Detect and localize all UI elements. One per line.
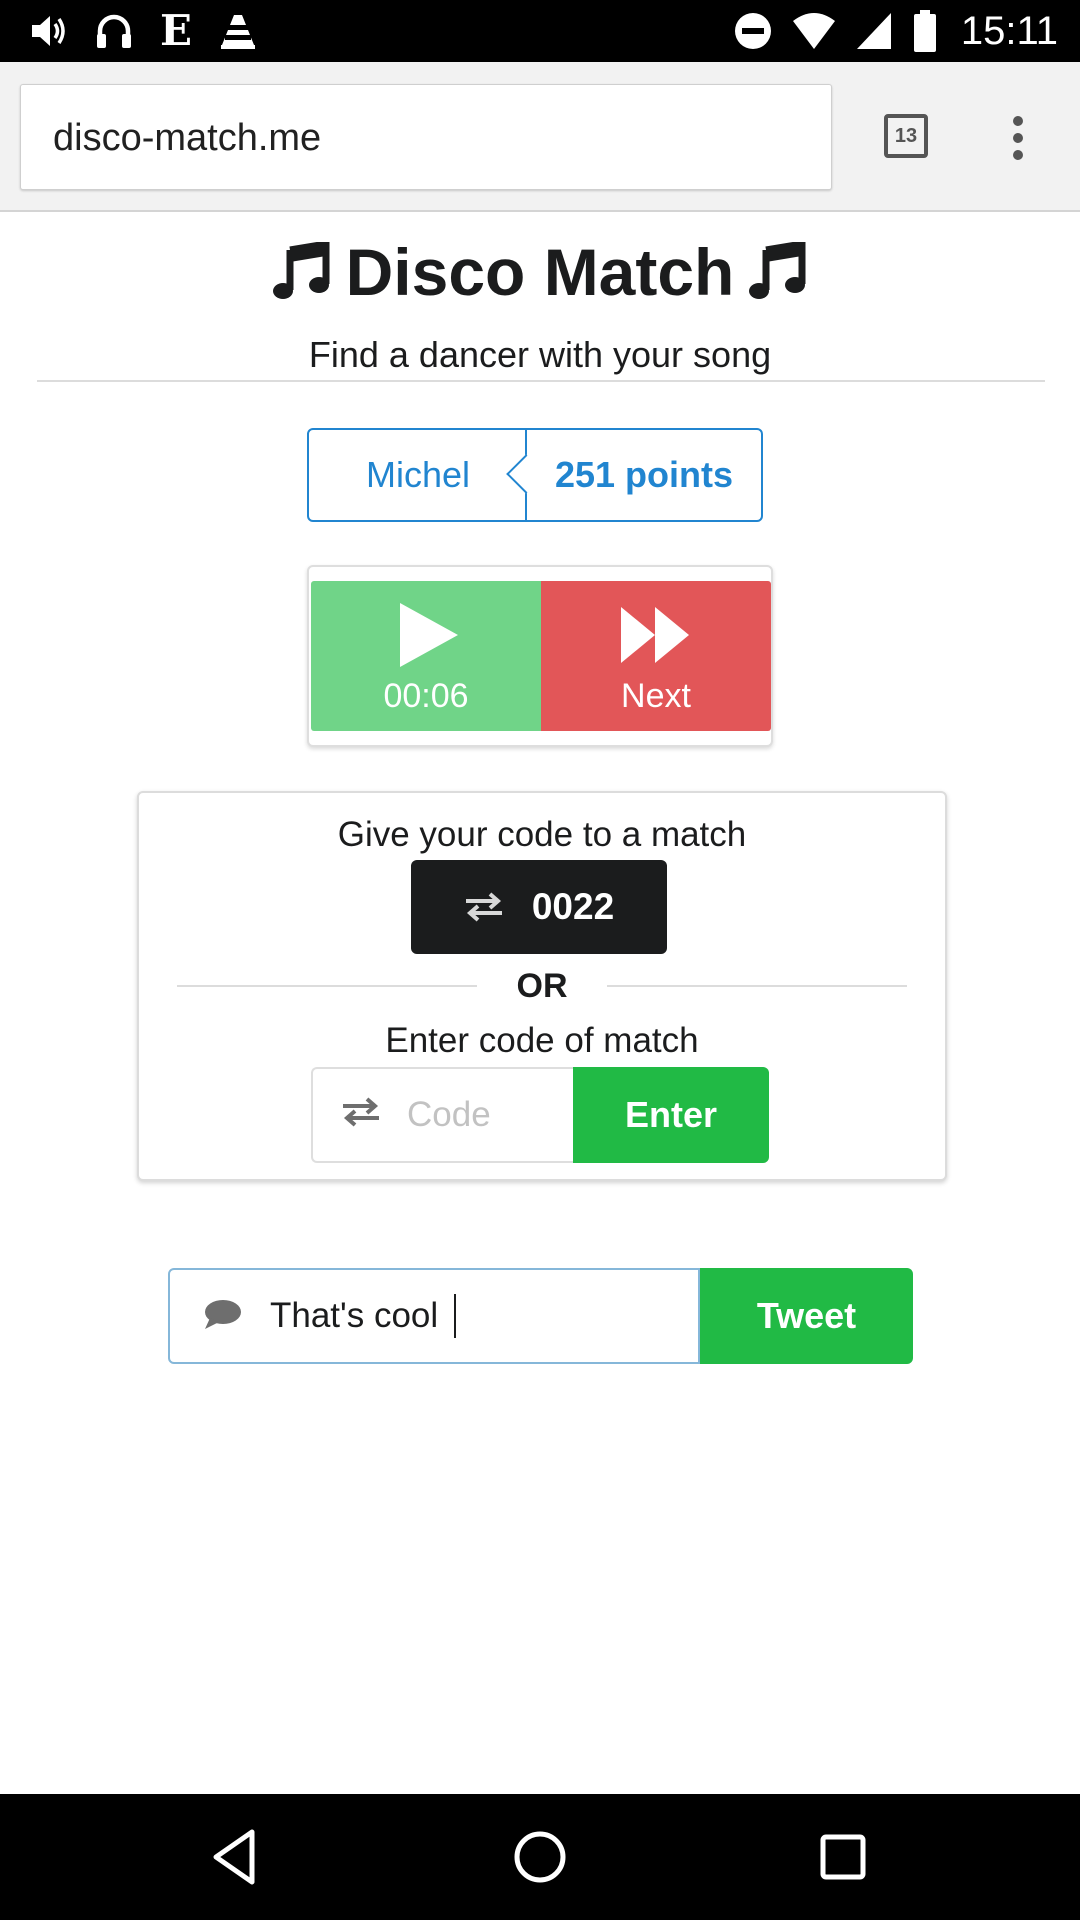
- menu-dot: [1013, 150, 1023, 160]
- page-title-text: Disco Match: [345, 235, 735, 309]
- play-button[interactable]: 00:06: [311, 581, 541, 731]
- fast-forward-icon: [621, 607, 689, 663]
- back-icon[interactable]: [202, 1824, 268, 1890]
- enter-button[interactable]: Enter: [573, 1067, 769, 1163]
- tweet-button[interactable]: Tweet: [700, 1268, 913, 1364]
- headphones-icon: [97, 14, 131, 48]
- page-title: Disco Match: [0, 232, 1080, 312]
- user-points: 251 points: [554, 454, 734, 495]
- navigation-bar: [0, 1794, 1080, 1920]
- status-bar-left-icons: E: [28, 8, 258, 54]
- menu-dot: [1013, 133, 1023, 143]
- enter-code-heading: Enter code of match: [385, 1021, 699, 1060]
- my-code-badge: 0022: [411, 860, 667, 954]
- code-card: Give your code to a match 0022 OR Enter …: [137, 791, 947, 1181]
- volume-icon: [32, 16, 65, 46]
- overflow-menu-icon[interactable]: [1000, 114, 1036, 162]
- recents-icon[interactable]: [810, 1824, 876, 1890]
- url-text[interactable]: disco-match.me: [53, 85, 321, 191]
- status-clock: 15:11: [960, 9, 1058, 53]
- status-bar: E 15:11: [0, 0, 1080, 62]
- match-code-input[interactable]: [407, 1069, 567, 1161]
- url-bar[interactable]: disco-match.me: [20, 84, 832, 190]
- battery-icon: [913, 10, 936, 52]
- next-button[interactable]: Next: [541, 581, 771, 731]
- or-divider-left: [177, 985, 477, 987]
- exchange-icon: [465, 892, 502, 922]
- my-code-value: 0022: [531, 886, 615, 927]
- or-divider-right: [607, 985, 907, 987]
- code-input-group[interactable]: [311, 1067, 573, 1163]
- user-name: Michel: [365, 454, 471, 495]
- music-note-icon: [749, 242, 806, 299]
- give-code-heading: Give your code to a match: [337, 815, 747, 854]
- tweet-input-group[interactable]: [168, 1268, 700, 1364]
- tweet-input[interactable]: [270, 1270, 690, 1362]
- browser-toolbar: disco-match.me 13: [0, 62, 1080, 212]
- next-label: Next: [621, 677, 691, 715]
- header-divider: [37, 380, 1045, 382]
- menu-dot: [1013, 116, 1023, 126]
- user-points-label: Michel 251 points: [307, 428, 763, 522]
- wifi-icon: [792, 13, 835, 49]
- tab-switcher-button[interactable]: 13: [884, 114, 928, 158]
- status-bar-right-icons: 15:11: [733, 8, 1058, 54]
- comment-icon: [205, 1300, 241, 1329]
- page-subtitle: Find a dancer with your song: [308, 334, 772, 375]
- play-icon: [400, 603, 458, 667]
- e-app-icon: E: [160, 6, 193, 55]
- play-time: 00:06: [383, 677, 469, 715]
- do-not-disturb-icon: [734, 13, 771, 49]
- home-icon[interactable]: [507, 1824, 573, 1890]
- screen: E 15:11 disco-match.me 13 Disco Match Fi…: [0, 0, 1080, 1920]
- signal-icon: [856, 13, 891, 49]
- text-cursor: [454, 1294, 456, 1338]
- tab-count: 13: [894, 125, 918, 147]
- vlc-icon: [221, 15, 256, 49]
- or-label: OR: [516, 967, 568, 1005]
- music-note-icon: [272, 242, 330, 299]
- player-controls: 00:06 Next: [307, 565, 773, 747]
- exchange-icon: [343, 1097, 379, 1127]
